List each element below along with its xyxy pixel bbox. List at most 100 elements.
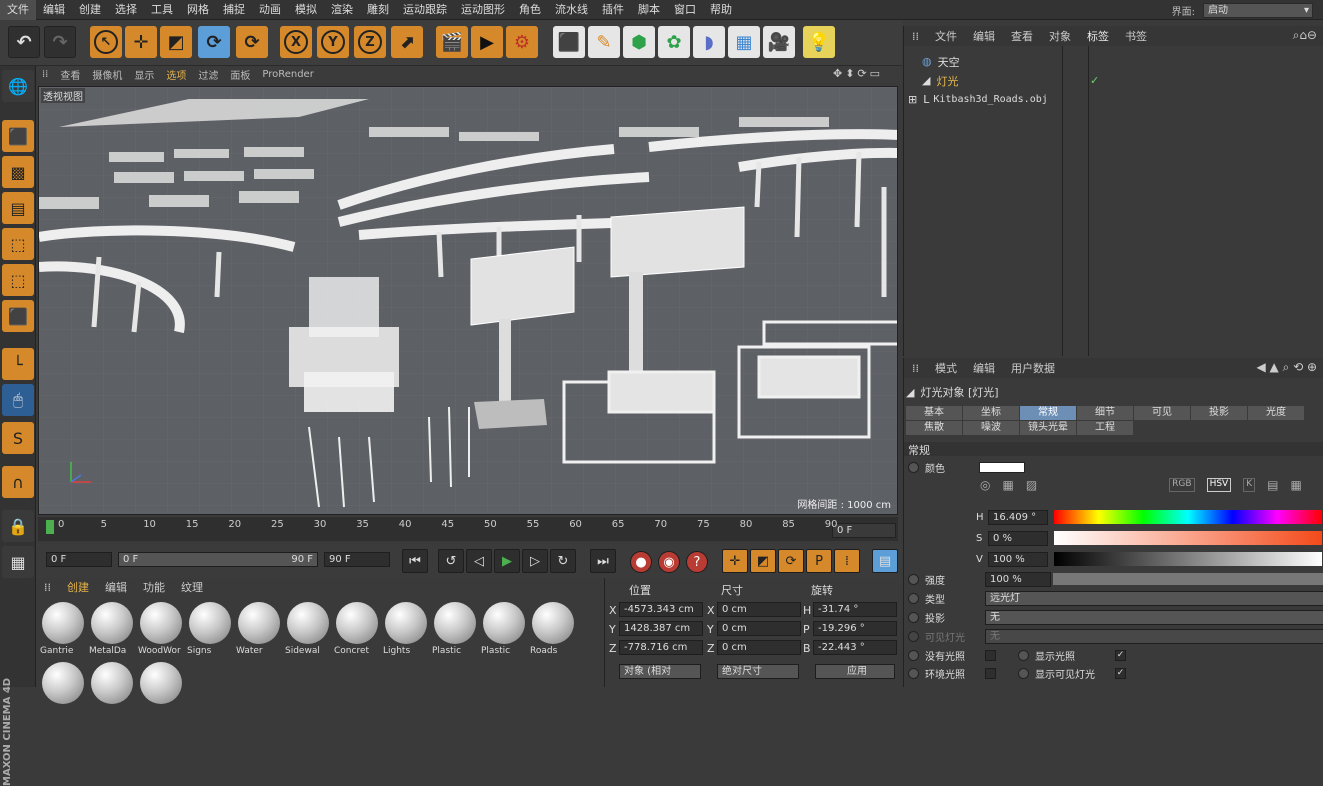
play-button[interactable]: ▶ <box>494 549 520 573</box>
grip-handle[interactable]: ⁞⁞ <box>36 581 59 594</box>
undo-button[interactable]: ↶ <box>8 26 40 58</box>
menu-item[interactable]: 文件 <box>0 0 36 20</box>
spectrum-icon[interactable]: ▦ <box>1002 478 1013 492</box>
intensity-slider[interactable] <box>1053 573 1323 585</box>
polygons-mode-button[interactable]: ⬛ <box>2 300 34 332</box>
v-field[interactable]: 100 % <box>988 551 1048 567</box>
menu-item[interactable]: 窗口 <box>667 0 703 20</box>
attribute-menu-item[interactable]: 用户数据 <box>1003 360 1063 376</box>
size-field[interactable]: 0 cm <box>717 602 801 617</box>
material-swatch[interactable] <box>40 660 86 716</box>
property-tab[interactable]: 基本 <box>906 406 962 420</box>
record-button[interactable]: ● <box>630 551 652 573</box>
interface-dropdown[interactable]: 启动 <box>1203 2 1313 18</box>
rotate-tool-button[interactable]: ⟳ <box>198 26 230 58</box>
property-tab[interactable]: 常规 <box>1020 406 1076 420</box>
menu-item[interactable]: 网格 <box>180 0 216 20</box>
camera-button[interactable]: 🎥 <box>763 26 795 58</box>
pen-button[interactable]: ✎ <box>588 26 620 58</box>
timeline-window-button[interactable]: ▤ <box>872 549 898 573</box>
object-row-roads[interactable]: ⊞ L Kitbash3d_Roads.obj <box>908 90 1048 109</box>
go-to-end-button[interactable]: ⏭ <box>590 549 616 573</box>
apply-button[interactable]: 应用 <box>815 664 895 679</box>
object-manager-menu-item[interactable]: 书签 <box>1117 28 1155 44</box>
material-swatch[interactable]: Concret <box>334 600 380 656</box>
recent-tool-button[interactable]: ⟳ <box>236 26 268 58</box>
viewport-tab[interactable]: 摄像机 <box>86 67 128 82</box>
menu-item[interactable]: 帮助 <box>703 0 739 20</box>
grip-handle[interactable]: ⁞⁞ <box>36 69 54 80</box>
tweak-mode-button[interactable]: 🖱 <box>2 384 34 416</box>
x-axis-button[interactable]: X <box>280 26 312 58</box>
menu-item[interactable]: 脚本 <box>631 0 667 20</box>
viewport-tab[interactable]: 显示 <box>128 67 160 82</box>
points-mode-button[interactable]: ⬚ <box>2 228 34 260</box>
material-swatch[interactable]: WoodWor <box>138 600 184 656</box>
property-tab[interactable]: 焦散 <box>906 421 962 435</box>
viewport-tab[interactable]: 面板 <box>224 67 256 82</box>
h-field[interactable]: 16.409 ° <box>988 509 1048 525</box>
redo-button[interactable]: ↷ <box>44 26 76 58</box>
object-manager-menu-item[interactable]: 编辑 <box>965 28 1003 44</box>
key-position-button[interactable]: ✛ <box>722 549 748 573</box>
material-swatch[interactable]: Roads <box>530 600 576 656</box>
property-tab[interactable]: 光度 <box>1248 406 1304 420</box>
intensity-field[interactable]: 100 % <box>985 571 1051 587</box>
menu-item[interactable]: 动画 <box>252 0 288 20</box>
material-swatch[interactable]: Water <box>236 600 282 656</box>
move-tool-button[interactable]: ✛ <box>125 26 157 58</box>
key-param-button[interactable]: P <box>806 549 832 573</box>
end-frame-field[interactable]: 90 F <box>324 552 390 567</box>
menu-item[interactable]: 角色 <box>512 0 548 20</box>
swatches-icon[interactable]: ▦ <box>1290 478 1301 492</box>
wheel-icon[interactable]: ◎ <box>980 478 990 492</box>
material-menu-item[interactable]: 功能 <box>135 579 173 595</box>
show-illumination-check[interactable]: ✓ <box>1115 649 1126 661</box>
nav-icons[interactable]: ◀ ▲ ⌕ ⟲ ⊕ <box>1256 360 1317 375</box>
y-axis-button[interactable]: Y <box>317 26 349 58</box>
menu-item[interactable]: 运动跟踪 <box>396 0 454 20</box>
hsv-button[interactable]: HSV <box>1206 478 1232 492</box>
property-tab[interactable]: 镜头光晕 <box>1020 421 1076 435</box>
menu-item[interactable]: 雕刻 <box>360 0 396 20</box>
perspective-viewport[interactable]: 透视视图 网格间距 : 1000 cm <box>38 86 898 515</box>
grip-handle[interactable]: ⁞⁞ <box>904 30 927 43</box>
value-slider[interactable] <box>1054 552 1322 566</box>
model-mode-button[interactable]: ⬛ <box>2 120 34 152</box>
key-rotation-button[interactable]: ⟳ <box>778 549 804 573</box>
edges-mode-button[interactable]: ⬚ <box>2 264 34 296</box>
object-manager-menu-item[interactable]: 文件 <box>927 28 965 44</box>
kelvin-button[interactable]: K <box>1243 478 1256 492</box>
render-settings-button[interactable]: ⚙ <box>506 26 538 58</box>
viewport-tab[interactable]: 查看 <box>54 67 86 82</box>
viewport-nav-icons[interactable]: ✥⬍⟳▭ <box>833 67 883 80</box>
grip-handle[interactable]: ⁞⁞ <box>904 362 927 375</box>
object-manager-menu-item[interactable]: 对象 <box>1041 28 1079 44</box>
material-swatch[interactable]: Signs <box>187 600 233 656</box>
subdivision-button[interactable]: ⬢ <box>623 26 655 58</box>
texture-mode-button[interactable]: ▩ <box>2 156 34 188</box>
axis-mode-button[interactable]: └ <box>2 348 34 380</box>
coordinate-system-button[interactable]: ⬈ <box>391 26 423 58</box>
material-swatch[interactable]: Plastic <box>432 600 478 656</box>
scale-tool-button[interactable]: ◩ <box>160 26 192 58</box>
ambient-check[interactable] <box>985 667 996 679</box>
menu-item[interactable]: 插件 <box>595 0 631 20</box>
keyframe-selection-button[interactable]: ? <box>686 551 708 573</box>
material-menu-item[interactable]: 编辑 <box>97 579 135 595</box>
playhead[interactable] <box>46 520 54 534</box>
cube-button[interactable]: ⬛ <box>553 26 585 58</box>
property-tab[interactable]: 细节 <box>1077 406 1133 420</box>
object-manager-menu-item[interactable]: 查看 <box>1003 28 1041 44</box>
menu-item[interactable]: 运动图形 <box>454 0 512 20</box>
viewport-tab[interactable]: 过滤 <box>192 67 224 82</box>
prev-frame-button[interactable]: ◁ <box>466 549 492 573</box>
next-frame-button[interactable]: ▷ <box>522 549 548 573</box>
workplane-button[interactable]: ▤ <box>2 192 34 224</box>
size-field[interactable]: 0 cm <box>717 640 801 655</box>
property-tab[interactable]: 投影 <box>1191 406 1247 420</box>
object-row-sky[interactable]: ◍ 天空 <box>908 52 960 71</box>
menu-item[interactable]: 创建 <box>72 0 108 20</box>
show-visible-light-check[interactable]: ✓ <box>1115 667 1126 679</box>
light-button[interactable]: 💡 <box>803 26 835 58</box>
